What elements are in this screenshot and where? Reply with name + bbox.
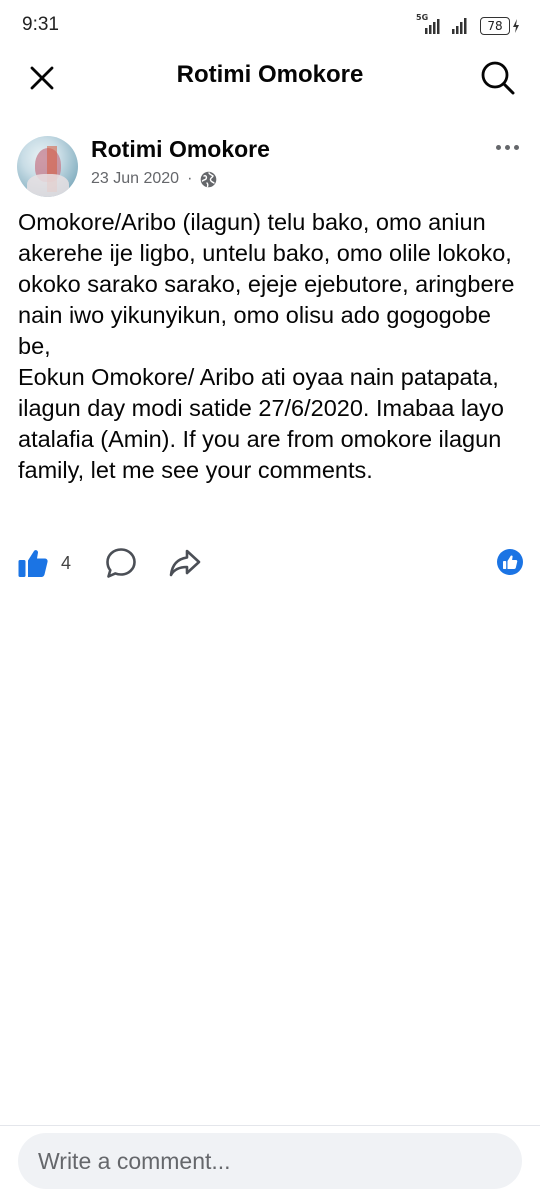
post-meta: 23 Jun 2020 · xyxy=(91,170,217,188)
status-icons: 5G 78 xyxy=(416,13,520,38)
page-title: Rotimi Omokore xyxy=(176,61,364,88)
share-button[interactable] xyxy=(166,544,204,582)
dot-icon xyxy=(504,144,510,150)
comment-button[interactable] xyxy=(102,544,140,582)
close-button[interactable] xyxy=(24,60,60,96)
meta-separator: · xyxy=(187,170,193,187)
comment-bar-divider xyxy=(0,1125,540,1126)
dot-icon xyxy=(513,144,519,150)
like-reaction-icon[interactable] xyxy=(497,549,523,575)
top-nav-bar: Rotimi Omokore xyxy=(0,50,540,104)
status-bar: 9:31 5G 78 xyxy=(0,0,540,50)
charging-icon xyxy=(513,19,519,33)
avatar[interactable] xyxy=(17,136,78,197)
more-options-button[interactable] xyxy=(490,136,524,158)
search-button[interactable] xyxy=(478,58,518,98)
share-icon xyxy=(169,549,201,577)
author-name[interactable]: Rotimi Omokore xyxy=(91,136,270,163)
search-icon xyxy=(481,61,515,95)
post-text: Omokore/Aribo (ilagun) telu bako, omo an… xyxy=(18,209,515,483)
signal-icon xyxy=(450,16,470,36)
post-header: Rotimi Omokore 23 Jun 2020 · xyxy=(0,130,540,200)
comment-icon xyxy=(106,548,136,578)
comment-input[interactable] xyxy=(18,1133,522,1189)
post-date[interactable]: 23 Jun 2020 xyxy=(91,170,179,188)
dot-icon xyxy=(495,144,501,150)
close-icon xyxy=(30,66,54,90)
signal-5g-icon: 5G xyxy=(416,13,440,36)
thumbs-up-icon xyxy=(18,550,48,577)
battery-icon: 78 xyxy=(480,17,520,35)
thumbs-up-icon xyxy=(503,555,518,569)
like-button[interactable]: 4 xyxy=(17,544,71,582)
like-count: 4 xyxy=(61,552,72,573)
battery-level: 78 xyxy=(480,17,510,35)
status-time: 9:31 xyxy=(22,14,59,35)
globe-icon xyxy=(201,171,217,187)
post-actions: 4 xyxy=(0,540,540,586)
